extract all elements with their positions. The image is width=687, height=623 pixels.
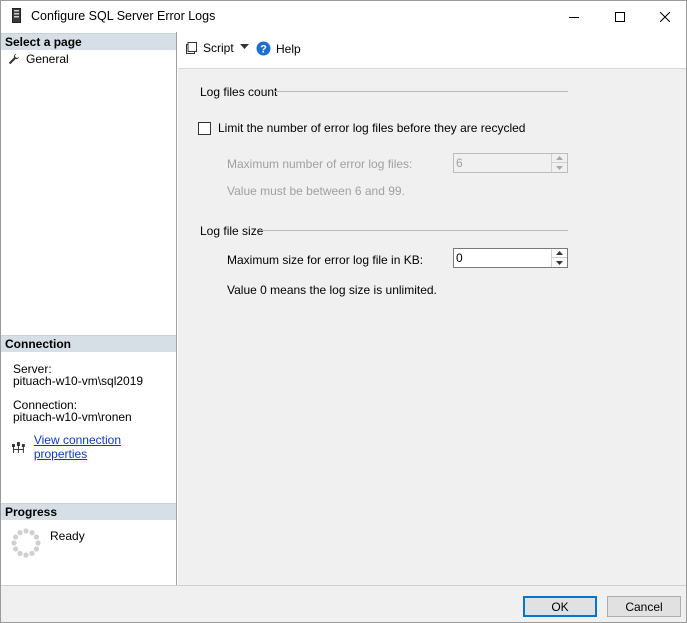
script-label: Script bbox=[203, 41, 234, 55]
progress-header: Progress bbox=[1, 503, 176, 520]
select-page-header: Select a page bbox=[1, 33, 176, 50]
script-dropdown-icon[interactable] bbox=[240, 44, 249, 50]
button-bar: OK Cancel bbox=[1, 585, 686, 622]
help-button[interactable]: ? Help bbox=[256, 41, 301, 56]
max-log-files-label: Maximum number of error log files: bbox=[227, 157, 413, 171]
log-file-size-divider bbox=[259, 230, 568, 231]
maximize-button[interactable] bbox=[597, 1, 643, 32]
limit-log-files-checkbox[interactable] bbox=[198, 121, 211, 135]
spin-up-icon bbox=[556, 251, 563, 255]
log-file-size-title: Log file size bbox=[200, 224, 264, 238]
wrench-icon bbox=[8, 53, 20, 65]
cancel-button[interactable]: Cancel bbox=[607, 596, 681, 617]
page-item-label: General bbox=[26, 52, 69, 66]
max-log-files-up-button[interactable] bbox=[552, 154, 567, 163]
max-log-files-down-button[interactable] bbox=[552, 163, 567, 172]
help-label: Help bbox=[276, 41, 301, 56]
connection-value: pituach-w10-vm\ronen bbox=[13, 410, 132, 424]
connection-header: Connection bbox=[1, 335, 176, 352]
dialog-window: Configure SQL Server Error Logs Select a… bbox=[0, 0, 687, 623]
spin-down-icon bbox=[556, 165, 563, 170]
script-button[interactable]: Script bbox=[185, 41, 234, 55]
max-size-up-button[interactable] bbox=[552, 249, 567, 258]
maximize-icon bbox=[615, 11, 625, 22]
svg-text:?: ? bbox=[260, 44, 267, 56]
max-log-files-input[interactable] bbox=[454, 154, 550, 172]
max-size-label: Maximum size for error log file in KB: bbox=[227, 253, 424, 267]
title-bar: Configure SQL Server Error Logs bbox=[1, 1, 686, 32]
max-size-down-button[interactable] bbox=[552, 258, 567, 267]
close-button[interactable] bbox=[642, 1, 687, 32]
max-log-files-spinbox[interactable] bbox=[453, 153, 568, 173]
spin-down-icon bbox=[556, 260, 563, 265]
log-files-count-title: Log files count bbox=[200, 85, 278, 99]
spin-up-icon bbox=[556, 156, 563, 160]
view-connection-properties-link[interactable]: View connection properties bbox=[34, 433, 176, 461]
connection-properties-icon bbox=[11, 441, 25, 453]
window-title: Configure SQL Server Error Logs bbox=[31, 9, 216, 23]
minimize-icon bbox=[569, 16, 579, 18]
limit-log-files-label[interactable]: Limit the number of error log files befo… bbox=[218, 121, 525, 135]
toolbar: Script ? Help bbox=[178, 32, 686, 69]
help-icon: ? bbox=[256, 41, 271, 56]
range-hint: Value must be between 6 and 99. bbox=[227, 184, 405, 198]
size-hint: Value 0 means the log size is unlimited. bbox=[227, 283, 437, 297]
server-value: pituach-w10-vm\sql2019 bbox=[13, 374, 144, 388]
max-size-spinbox[interactable] bbox=[453, 248, 568, 268]
right-panel: Script ? Help Log files count Limit the … bbox=[178, 32, 686, 585]
script-icon bbox=[186, 42, 197, 54]
max-size-spin-buttons bbox=[551, 249, 567, 267]
left-panel: Select a page General Connection Server:… bbox=[1, 32, 177, 585]
ok-button[interactable]: OK bbox=[523, 596, 597, 617]
minimize-button[interactable] bbox=[551, 1, 597, 32]
max-size-input[interactable] bbox=[454, 249, 550, 267]
sql-server-icon bbox=[12, 8, 21, 23]
limit-log-files-row[interactable]: Limit the number of error log files befo… bbox=[198, 121, 525, 135]
page-item-general[interactable]: General bbox=[8, 51, 69, 67]
close-icon bbox=[660, 11, 670, 22]
progress-status: Ready bbox=[50, 529, 85, 543]
max-log-files-spin-buttons bbox=[551, 154, 567, 172]
log-files-count-divider bbox=[275, 91, 568, 92]
progress-spinner-icon bbox=[11, 528, 41, 558]
view-connection-properties-row: View connection properties bbox=[11, 433, 176, 461]
